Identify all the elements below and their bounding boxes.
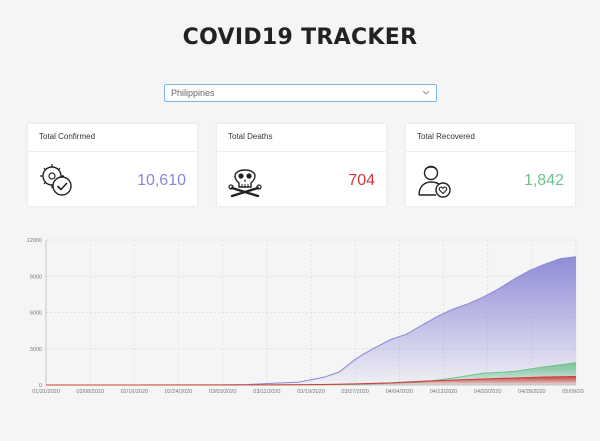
- x-tick-label: 02/08/2020: [76, 389, 104, 395]
- card-divider: [28, 151, 197, 152]
- x-tick-label: 04/04/2020: [386, 389, 414, 395]
- page-title: COVID19 TRACKER: [182, 25, 418, 50]
- skull-crossbones-icon: [228, 169, 262, 198]
- x-tick-label: 01/31/2020: [32, 389, 60, 395]
- x-tick-label: 03/27/2020: [341, 389, 369, 395]
- x-tick-label: 05/09/2020: [562, 389, 584, 395]
- card-total-deaths: Total Deaths 704: [217, 124, 386, 206]
- chevron-down-icon: [422, 90, 430, 95]
- x-tick-label: 04/28/2020: [518, 389, 546, 395]
- x-tick-label: 04/12/2020: [430, 389, 458, 395]
- x-tick-label: 04/20/2020: [474, 389, 502, 395]
- recovered-person-heart-icon: [418, 165, 451, 198]
- x-tick-label: 03/03/2020: [209, 389, 237, 395]
- x-tick-label: 03/11/2020: [253, 389, 280, 395]
- y-tick-label: 6000: [30, 311, 42, 317]
- y-tick-label: 12000: [27, 238, 42, 244]
- x-tick-label: 02/24/2020: [165, 389, 193, 395]
- card-total-confirmed: Total Confirmed 10,610: [28, 124, 197, 206]
- card-total-recovered: Total Recovered 1,842: [406, 124, 575, 206]
- card-label: Total Deaths: [228, 132, 273, 141]
- card-divider: [406, 151, 575, 152]
- country-select[interactable]: Philippines: [164, 84, 437, 102]
- card-label: Total Recovered: [417, 132, 475, 141]
- card-divider: [217, 151, 386, 152]
- y-tick-label: 3000: [30, 347, 42, 353]
- x-tick-label: 02/16/2020: [121, 389, 149, 395]
- cases-area-chart: 03000600090001200001/31/2020 02/08/2020 02…: [27, 238, 584, 395]
- card-value-recovered: 1,842: [523, 172, 564, 189]
- card-label: Total Confirmed: [39, 132, 96, 141]
- y-tick-label: 9000: [30, 274, 42, 280]
- virus-check-icon: [40, 164, 72, 196]
- card-value-confirmed: 10,610: [137, 172, 186, 189]
- x-tick-label: 03/19/2020: [297, 389, 325, 395]
- card-value-deaths: 704: [348, 172, 375, 189]
- country-select-value: Philippines: [171, 88, 215, 98]
